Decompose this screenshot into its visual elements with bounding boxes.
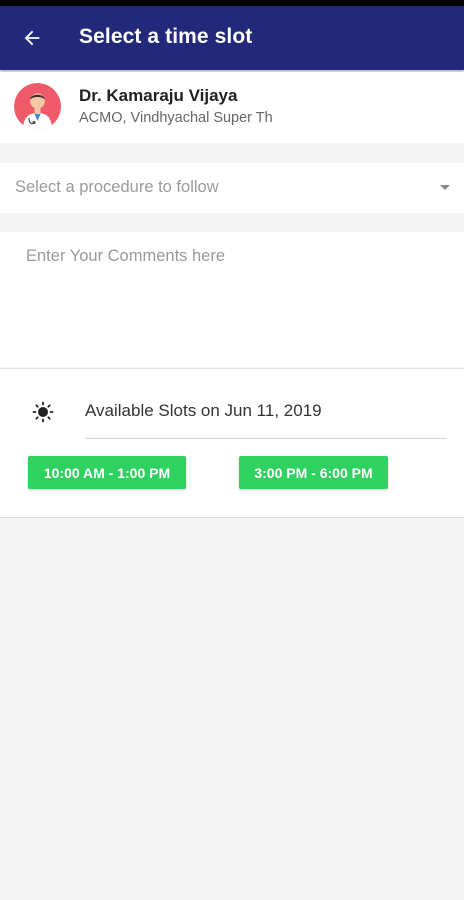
doctor-avatar-icon <box>14 83 61 130</box>
doctor-card: Dr. Kamaraju Vijaya ACMO, Vindhyachal Su… <box>0 72 464 143</box>
page-title: Select a time slot <box>79 25 253 48</box>
slot-button-morning[interactable]: 10:00 AM - 1:00 PM <box>28 456 186 489</box>
divider <box>85 438 447 439</box>
comments-field[interactable] <box>0 232 464 367</box>
dropdown-arrow-icon <box>440 185 450 190</box>
doctor-name: Dr. Kamaraju Vijaya <box>79 86 238 105</box>
procedure-placeholder: Select a procedure to follow <box>15 178 219 196</box>
slots-card: Available Slots on Jun 11, 2019 10:00 AM… <box>0 368 464 518</box>
slot-button-evening[interactable]: 3:00 PM - 6:00 PM <box>239 456 388 489</box>
app-bar: Select a time slot <box>0 6 464 70</box>
arrow-left-icon <box>24 30 40 46</box>
sun-icon <box>32 401 54 423</box>
back-button[interactable] <box>14 20 50 56</box>
procedure-dropdown[interactable]: Select a procedure to follow <box>0 163 464 213</box>
doctor-designation: ACMO, Vindhyachal Super Th <box>79 110 273 126</box>
slots-heading: Available Slots on Jun 11, 2019 <box>85 401 322 420</box>
